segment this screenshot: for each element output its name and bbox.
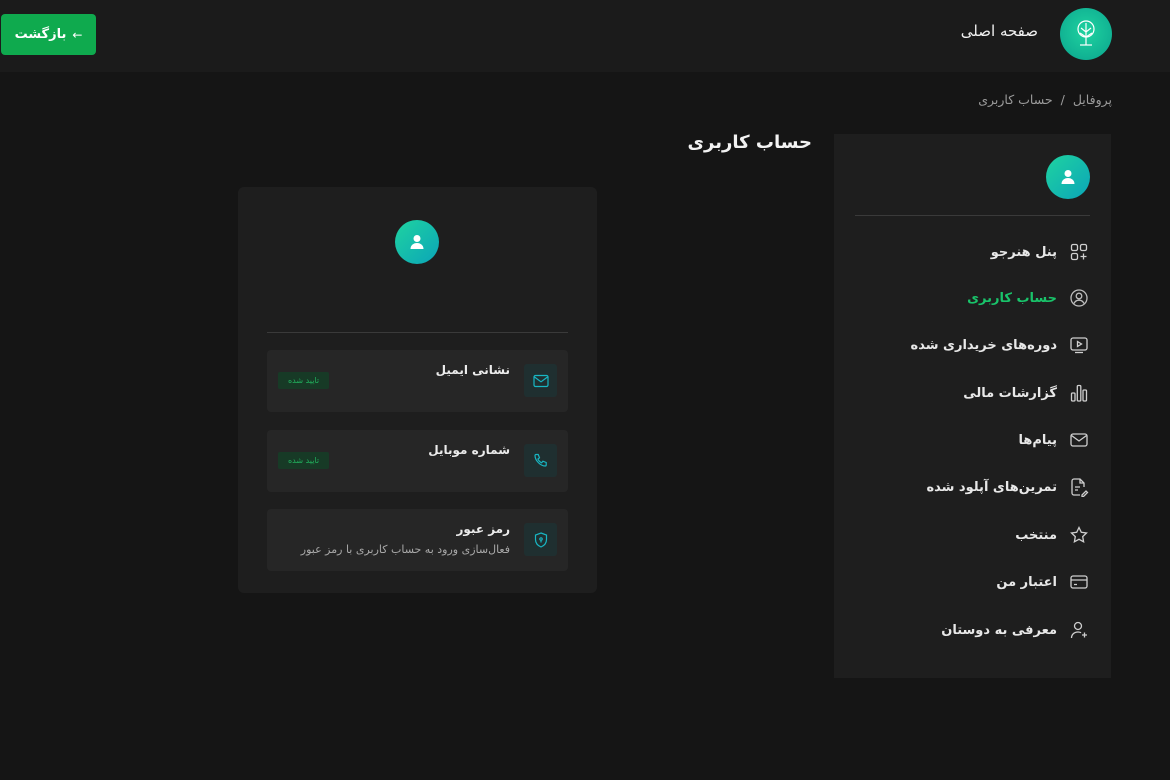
star-icon — [1070, 525, 1088, 544]
sidebar-item-messages[interactable]: پیام‌ها — [1019, 427, 1090, 453]
user-icon — [410, 235, 424, 249]
sidebar-item-financial-reports[interactable]: گزارشات مالی — [963, 380, 1089, 406]
breadcrumb-item-profile[interactable]: پروفایل — [1073, 92, 1112, 107]
password-description: فعال‌سازی ورود به حساب کاربری با رمز عبو… — [300, 543, 510, 556]
arrow-left-icon: ← — [72, 27, 83, 42]
sidebar-item-dashboard[interactable]: پنل هنرجو — [991, 239, 1089, 265]
mail-icon — [524, 364, 557, 397]
mobile-row[interactable]: شماره موبایل تایید شده — [267, 430, 568, 492]
page-title: حساب کاربری — [687, 132, 812, 153]
sidebar-item-label: گزارشات مالی — [963, 385, 1057, 401]
back-button[interactable]: بازگشت ← — [1, 14, 96, 55]
email-label: نشانی ایمیل — [435, 363, 510, 377]
phone-icon — [524, 444, 557, 477]
mobile-label: شماره موبایل — [428, 443, 510, 457]
shield-lock-icon — [524, 523, 557, 556]
status-badge: تایید شده — [278, 372, 329, 389]
breadcrumb-item-account: حساب کاربری — [978, 92, 1053, 107]
user-circle-icon — [1070, 289, 1088, 307]
status-badge: تایید شده — [278, 452, 329, 469]
sidebar-item-account[interactable]: حساب کاربری — [967, 285, 1089, 311]
sidebar-divider — [855, 215, 1090, 216]
breadcrumb-separator: / — [1060, 92, 1065, 107]
add-user-icon — [1070, 621, 1087, 639]
card-divider — [267, 332, 568, 333]
credit-card-icon — [1070, 575, 1088, 589]
video-course-icon — [1070, 337, 1088, 354]
sidebar-item-label: پنل هنرجو — [990, 244, 1057, 260]
sidebar-item-label: اعتبار من — [996, 574, 1057, 590]
sidebar-item-label: منتخب — [1015, 527, 1057, 543]
sidebar-item-label: معرفی به دوستان — [941, 622, 1057, 638]
avatar[interactable] — [395, 220, 439, 264]
avatar[interactable] — [1046, 155, 1090, 199]
home-link[interactable]: صفحه اصلی — [961, 22, 1038, 40]
sidebar-item-label: حساب کاربری — [967, 290, 1057, 306]
profile-card: نشانی ایمیل تایید شده شماره موبایل تایید… — [238, 187, 597, 593]
upload-document-icon — [1071, 478, 1089, 497]
top-header: بازگشت ← صفحه اصلی — [0, 0, 1170, 72]
sidebar-item-purchased-courses[interactable]: دوره‌های خریداری شده — [911, 332, 1089, 358]
email-row[interactable]: نشانی ایمیل تایید شده — [267, 350, 568, 412]
sidebar-item-refer-friends[interactable]: معرفی به دوستان — [941, 617, 1089, 643]
sidebar: پنل هنرجو حساب کاربری دوره‌های خریداری ش… — [834, 134, 1111, 678]
sidebar-item-label: دوره‌های خریداری شده — [910, 337, 1057, 353]
user-icon — [1061, 170, 1075, 184]
breadcrumb: پروفایل / حساب کاربری — [978, 92, 1112, 107]
sidebar-item-uploaded-exercises[interactable]: تمرین‌های آپلود شده — [926, 474, 1089, 500]
password-row[interactable]: رمز عبور فعال‌سازی ورود به حساب کاربری ب… — [267, 509, 568, 571]
back-button-label: بازگشت — [14, 27, 67, 42]
sidebar-item-label: پیام‌ها — [1018, 432, 1058, 448]
dashboard-icon — [1070, 243, 1088, 261]
mail-icon — [1070, 433, 1088, 447]
tree-logo-icon[interactable] — [1060, 8, 1112, 60]
bar-chart-icon — [1070, 384, 1088, 402]
sidebar-item-favorites[interactable]: منتخب — [1015, 522, 1089, 548]
sidebar-item-label: تمرین‌های آپلود شده — [926, 479, 1057, 495]
sidebar-item-my-credit[interactable]: اعتبار من — [996, 569, 1089, 595]
password-label: رمز عبور — [456, 522, 510, 536]
